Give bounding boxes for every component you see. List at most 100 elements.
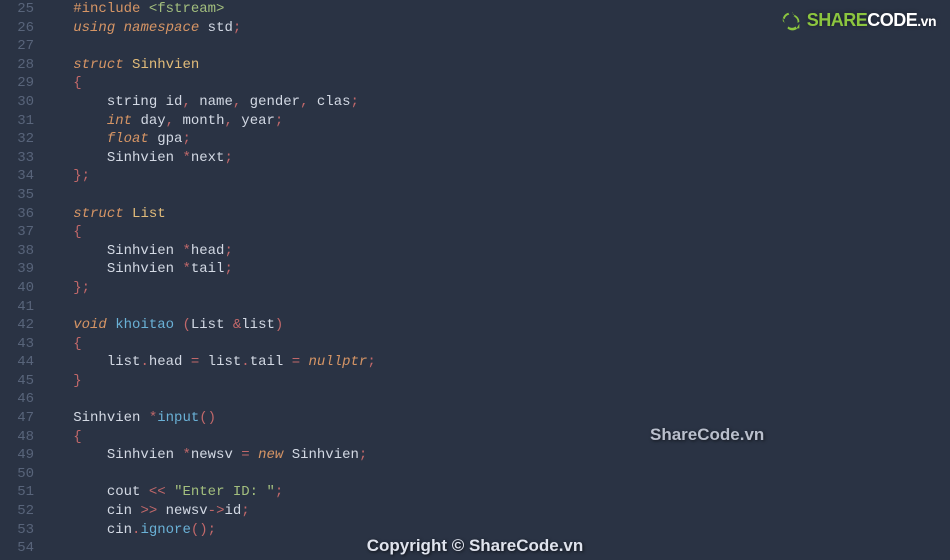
token-ident: id <box>224 503 241 519</box>
token-classname: Sinhvien <box>132 57 199 73</box>
token-punct: . <box>140 354 148 370</box>
token-func: input <box>157 410 199 426</box>
code-line[interactable]: list.head = list.tail = nullptr; <box>48 353 950 372</box>
token-ident <box>73 131 107 147</box>
code-line[interactable]: }; <box>48 167 950 186</box>
code-line[interactable]: cout << "Enter ID: "; <box>48 483 950 502</box>
line-number: 50 <box>0 465 34 484</box>
code-line[interactable]: }; <box>48 279 950 298</box>
code-line[interactable]: Sinhvien *input() <box>48 409 950 428</box>
watermark-copyright: Copyright © ShareCode.vn <box>367 537 584 556</box>
token-punct: ; <box>241 503 249 519</box>
token-type: int <box>107 113 132 129</box>
code-line[interactable]: void khoitao (List &list) <box>48 316 950 335</box>
token-ident: tail <box>250 354 292 370</box>
line-number: 44 <box>0 353 34 372</box>
token-keyword: struct <box>73 206 123 222</box>
token-ident: day <box>132 113 166 129</box>
code-line[interactable]: Sinhvien *head; <box>48 242 950 261</box>
token-punct: , <box>233 94 241 110</box>
token-punct: ; <box>182 131 190 147</box>
token-punct: = <box>191 354 199 370</box>
line-number: 47 <box>0 409 34 428</box>
token-ident: list <box>73 354 140 370</box>
token-punct: << <box>149 484 166 500</box>
token-punct: ; <box>224 243 232 259</box>
line-number: 51 <box>0 483 34 502</box>
code-line[interactable]: { <box>48 428 950 447</box>
token-ident: head <box>149 354 191 370</box>
token-func: ignore <box>140 522 190 538</box>
line-number: 45 <box>0 372 34 391</box>
token-punct: * <box>182 243 190 259</box>
token-ident: newsv <box>191 447 241 463</box>
token-punct: { <box>73 429 81 445</box>
line-number: 41 <box>0 298 34 317</box>
token-keyword: using <box>73 20 115 36</box>
token-punct: { <box>73 336 81 352</box>
token-ident: Sinhvien <box>73 150 182 166</box>
token-ident: cin <box>73 522 132 538</box>
token-ident: Sinhvien <box>73 261 182 277</box>
code-line[interactable]: struct List <box>48 205 950 224</box>
token-punct: >> <box>140 503 157 519</box>
token-punct: ; <box>367 354 375 370</box>
line-number: 39 <box>0 260 34 279</box>
token-punct: ; <box>224 261 232 277</box>
code-line[interactable] <box>48 390 950 409</box>
token-ident <box>140 1 148 17</box>
token-ident: clas <box>308 94 350 110</box>
token-ident <box>300 354 308 370</box>
line-number: 33 <box>0 149 34 168</box>
code-editor[interactable]: 2526272829303132333435363738394041424344… <box>0 0 950 560</box>
token-ident: std <box>199 20 233 36</box>
token-ident: Sinhvien <box>73 243 182 259</box>
code-line[interactable]: { <box>48 335 950 354</box>
code-line[interactable]: struct Sinhvien <box>48 56 950 75</box>
token-punct: * <box>182 447 190 463</box>
token-ident: gpa <box>149 131 183 147</box>
code-line[interactable]: cin >> newsv->id; <box>48 502 950 521</box>
token-ident: name <box>191 94 233 110</box>
token-ident <box>124 57 132 73</box>
line-number: 26 <box>0 19 34 38</box>
line-number: 42 <box>0 316 34 335</box>
code-line[interactable]: float gpa; <box>48 130 950 149</box>
token-punct: . <box>241 354 249 370</box>
token-ident: head <box>191 243 225 259</box>
line-number: 25 <box>0 0 34 19</box>
code-line[interactable]: int day, month, year; <box>48 112 950 131</box>
code-line[interactable]: Sinhvien *newsv = new Sinhvien; <box>48 446 950 465</box>
token-punct: ; <box>233 20 241 36</box>
code-line[interactable]: } <box>48 372 950 391</box>
code-line[interactable] <box>48 465 950 484</box>
token-punct: , <box>182 94 190 110</box>
token-ident: cout <box>73 484 149 500</box>
token-ident: next <box>191 150 225 166</box>
token-ident: tail <box>191 261 225 277</box>
token-punct: , <box>166 113 174 129</box>
code-line[interactable]: { <box>48 74 950 93</box>
code-line[interactable] <box>48 298 950 317</box>
token-punct: }; <box>73 280 90 296</box>
token-ident: year <box>233 113 275 129</box>
token-punct: (); <box>191 522 216 538</box>
code-line[interactable] <box>48 186 950 205</box>
token-punct: ; <box>275 484 283 500</box>
watermark-sharecode: ShareCode.vn <box>650 426 764 445</box>
token-punct: { <box>73 75 81 91</box>
line-number: 29 <box>0 74 34 93</box>
token-punct: ; <box>351 94 359 110</box>
token-punct: ; <box>224 150 232 166</box>
line-number: 34 <box>0 167 34 186</box>
token-ident: cin <box>73 503 140 519</box>
code-line[interactable] <box>48 37 950 56</box>
token-punct: -> <box>208 503 225 519</box>
code-line[interactable]: Sinhvien *next; <box>48 149 950 168</box>
code-line[interactable]: Sinhvien *tail; <box>48 260 950 279</box>
code-area[interactable]: #include <fstream> using namespace std; … <box>48 0 950 560</box>
code-line[interactable]: string id, name, gender, clas; <box>48 93 950 112</box>
token-keyword: new <box>258 447 283 463</box>
code-line[interactable]: { <box>48 223 950 242</box>
line-number: 52 <box>0 502 34 521</box>
